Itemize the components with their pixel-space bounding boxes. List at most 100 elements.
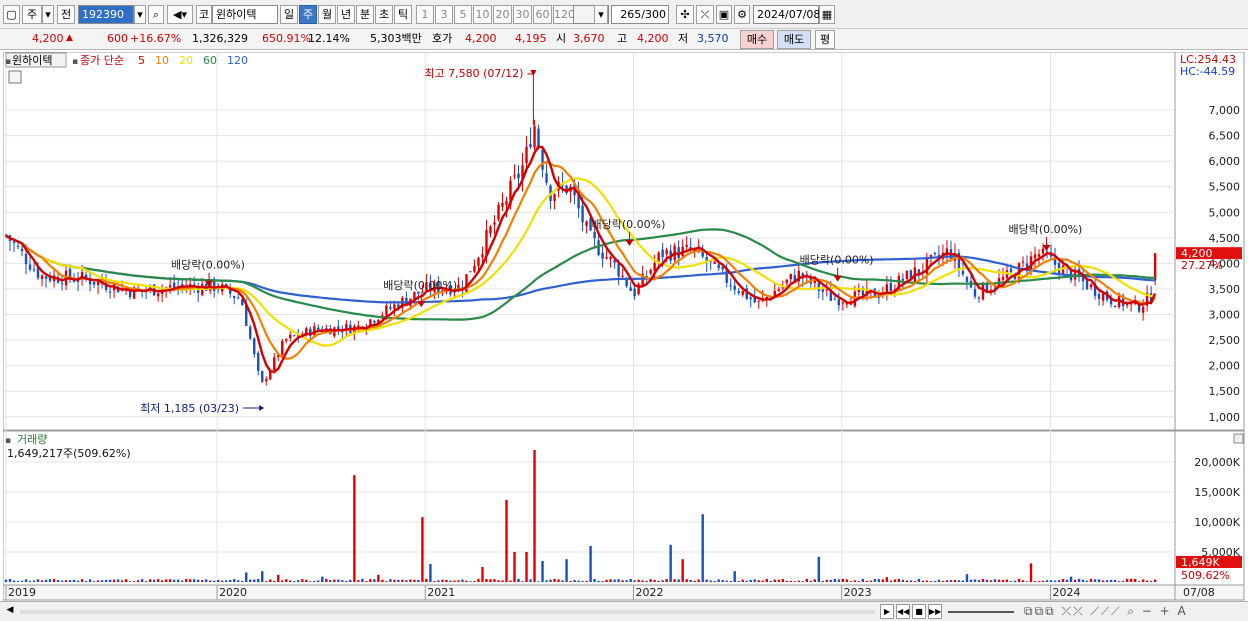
code-input[interactable]: 192390 xyxy=(78,5,134,24)
price-volume-chart[interactable]: 1,0001,5002,0002,5003,0003,5004,0004,500… xyxy=(2,51,1245,602)
interval-button-3[interactable]: 3 xyxy=(435,5,453,24)
scroll-track[interactable] xyxy=(20,610,875,614)
dividend-annotation: 배당락(0.00%) xyxy=(591,218,665,231)
date-input[interactable]: 2024/07/08 xyxy=(753,5,820,24)
volume-bar xyxy=(60,580,64,582)
candle-body xyxy=(901,278,905,281)
interval-button-30[interactable]: 30 xyxy=(513,5,532,24)
code-prefix[interactable]: 코 xyxy=(196,5,212,24)
count-field[interactable]: 265/300 xyxy=(611,5,669,24)
volume-bar xyxy=(717,579,720,582)
candle-body xyxy=(1041,248,1045,254)
legend-period-60: 60 xyxy=(203,54,217,67)
candle-body xyxy=(481,254,484,258)
volume-bar xyxy=(981,578,985,582)
volume-bar xyxy=(733,571,736,582)
volume-bar xyxy=(413,579,416,582)
interval-button-60[interactable]: 60 xyxy=(533,5,552,24)
crosshair-icon[interactable]: ⤫ xyxy=(696,5,714,24)
volume-bar xyxy=(689,579,692,582)
jeon-button[interactable]: 전 xyxy=(57,5,75,24)
period-button-5[interactable]: 초 xyxy=(375,5,393,24)
volume-ratio: 650.91% xyxy=(262,32,311,45)
volume-bar xyxy=(445,579,448,582)
volume-bar xyxy=(745,580,748,582)
zoom-slider[interactable] xyxy=(948,611,1014,613)
interval-button-10[interactable]: 10 xyxy=(473,5,492,24)
candle-body xyxy=(789,273,792,280)
candle-body xyxy=(961,270,965,275)
volume-bar xyxy=(321,576,324,582)
volume-bar xyxy=(281,580,284,582)
volume-bar xyxy=(128,581,132,582)
chevron-down-icon[interactable]: ▾ xyxy=(42,5,54,24)
legend-period-20: 20 xyxy=(179,54,193,67)
volume-bar xyxy=(453,580,456,582)
stop-icon[interactable]: ■ xyxy=(912,604,926,619)
interval-button-5[interactable]: 5 xyxy=(454,5,472,24)
volume-bar xyxy=(885,577,889,582)
volume-bar xyxy=(273,580,276,582)
candle-body xyxy=(253,338,256,355)
candle-body xyxy=(92,281,96,285)
grid-toggle-icon[interactable] xyxy=(8,70,22,84)
volume-bar xyxy=(241,580,244,582)
window-icon[interactable]: ▢ xyxy=(3,5,20,24)
hoga-label: 호가 xyxy=(432,32,453,45)
time-tick-label: 2023 xyxy=(844,586,872,599)
fast-forward-icon[interactable]: ▶▶ xyxy=(928,604,942,619)
interval-button-20[interactable]: 20 xyxy=(493,5,512,24)
interval-button-120[interactable]: 120 xyxy=(553,5,575,24)
period-button-2[interactable]: 월 xyxy=(318,5,336,24)
volume-bar xyxy=(889,580,893,582)
price-tick-label: 3,500 xyxy=(1209,283,1241,296)
price-tick-label: 3,000 xyxy=(1209,309,1241,322)
interval-button-1[interactable]: 1 xyxy=(416,5,434,24)
flat-button[interactable]: 평 xyxy=(815,30,835,49)
price-tick-label: 4,500 xyxy=(1209,232,1241,245)
volume-bar xyxy=(349,579,352,582)
candle-body xyxy=(629,287,632,291)
volume-bar xyxy=(409,579,412,582)
volume-bar xyxy=(497,580,500,582)
volume-bar xyxy=(1109,579,1113,582)
chart-area[interactable]: 1,000 1,500 2,000 2,500 3,000 3,500 4,000 4,500… xyxy=(2,51,1245,602)
open-value: 3,670 xyxy=(573,32,605,45)
volume-bar xyxy=(357,580,360,582)
sound-icon[interactable]: ◀▾ xyxy=(167,5,193,24)
scroll-left-icon[interactable]: ◀ xyxy=(3,604,17,619)
volume-bar xyxy=(869,580,873,582)
stock-name-field[interactable]: 윈하이텍 xyxy=(212,5,278,24)
save-icon[interactable]: ▣ xyxy=(716,5,732,24)
volume-bar xyxy=(761,580,764,582)
period-button-3[interactable]: 년 xyxy=(337,5,355,24)
volume-bar xyxy=(20,580,24,582)
code-dropdown-icon[interactable]: ▾ xyxy=(134,5,146,24)
volume-close-icon[interactable] xyxy=(1233,433,1244,444)
interval-dropdown-icon[interactable]: ▾ xyxy=(594,5,608,24)
volume-value: 1,326,329 xyxy=(192,32,248,45)
type-selector[interactable]: 주 xyxy=(22,5,42,24)
chart-tools-icon[interactable]: ✣ xyxy=(676,5,694,24)
sell-button[interactable]: 매도 xyxy=(777,30,811,49)
calendar-icon[interactable]: ▦ xyxy=(819,5,835,24)
drawing-tools-icon[interactable]: ⧉⧉⧉ ⤫⤫ ⟋⟋⟋ ⌕ − + A xyxy=(1024,604,1188,619)
candle-body xyxy=(489,226,492,234)
volume-bar xyxy=(56,579,60,582)
period-button-4[interactable]: 분 xyxy=(356,5,374,24)
gear-icon[interactable]: ⚙ xyxy=(734,5,750,24)
search-icon[interactable]: ⌕ xyxy=(148,5,164,24)
period-button-6[interactable]: 틱 xyxy=(394,5,412,24)
fast-back-icon[interactable]: ◀◀ xyxy=(896,604,910,619)
volume-bar xyxy=(209,580,212,582)
period-button-1[interactable]: 주 xyxy=(299,5,317,24)
buy-button[interactable]: 매수 xyxy=(740,30,774,49)
scroll-right-icon[interactable]: ▶ xyxy=(880,604,894,619)
period-button-0[interactable]: 일 xyxy=(280,5,298,24)
volume-bar xyxy=(68,580,72,582)
volume-bar xyxy=(269,579,272,582)
quote-bar: 4,200 ▲ 600 +16.67% 1,326,329 650.91% 12… xyxy=(0,29,1248,50)
volume-bar xyxy=(108,579,112,582)
volume-bar xyxy=(1141,579,1145,582)
volume-bar xyxy=(148,579,152,582)
